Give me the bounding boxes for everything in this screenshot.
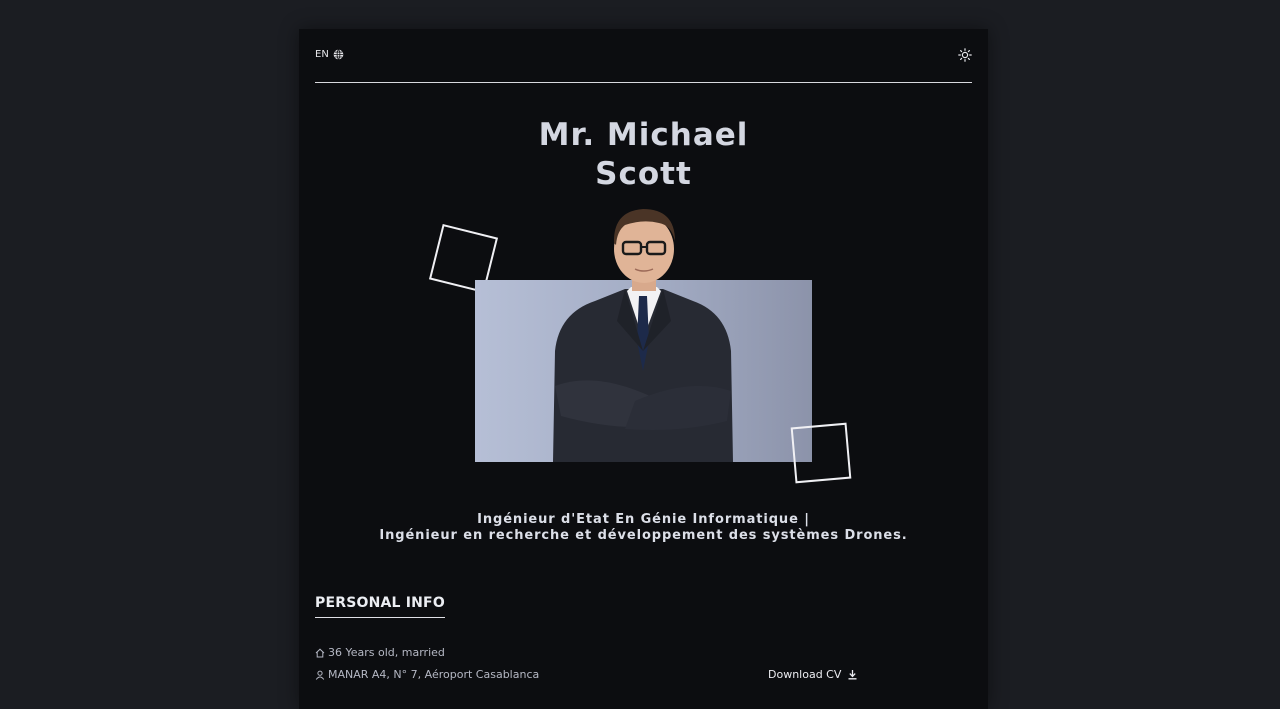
download-cv-label: Download CV [768, 668, 842, 681]
address-text: MANAR A4, N° 7, Aéroport Casablanca [328, 668, 540, 681]
profile-subtitle: Ingénieur d'Etat En Génie Informatique |… [299, 512, 988, 544]
sun-icon[interactable] [958, 48, 972, 62]
language-switcher[interactable]: EN [315, 49, 344, 60]
profile-card: EN Mr. Michael Scott Ingénieur d'Etat En… [299, 29, 988, 709]
language-label: EN [315, 49, 329, 60]
home-icon [315, 648, 325, 657]
download-cv-button[interactable]: Download CV [768, 668, 858, 681]
download-icon [848, 670, 857, 680]
personal-info-heading: PERSONAL INFO [315, 595, 445, 618]
subtitle-line-2: Ingénieur en recherche et développement … [379, 528, 908, 543]
age-status-text: 36 Years old, married [328, 646, 445, 659]
name-line-1: Mr. Michael [538, 117, 749, 153]
portrait-figure [553, 209, 733, 462]
profile-photo [475, 201, 812, 463]
user-icon [315, 670, 325, 680]
age-status-row: 36 Years old, married [315, 646, 445, 659]
decorative-square [790, 422, 852, 484]
top-bar: EN [315, 29, 972, 83]
subtitle-line-1: Ingénieur d'Etat En Génie Informatique | [477, 512, 810, 527]
name-line-2: Scott [595, 156, 692, 192]
globe-icon [333, 49, 344, 60]
address-row: MANAR A4, N° 7, Aéroport Casablanca [315, 668, 539, 681]
profile-name: Mr. Michael Scott [299, 116, 988, 194]
